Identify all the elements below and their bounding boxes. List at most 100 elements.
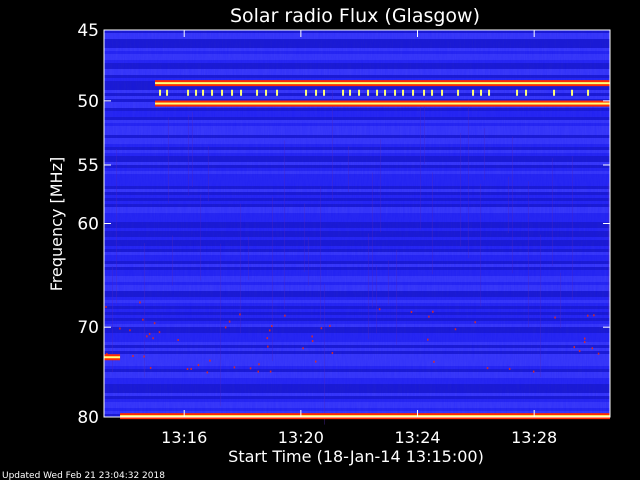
rfi-speck (257, 370, 260, 373)
interference-burst (211, 89, 214, 96)
rfi-speck (591, 347, 594, 350)
rfi-speck (239, 313, 241, 316)
interference-band-core (104, 356, 121, 359)
plot-area (104, 30, 610, 425)
interference-burst (256, 89, 259, 96)
interference-burst (376, 89, 379, 96)
interference-burst (265, 89, 268, 96)
rfi-speck (224, 326, 227, 329)
interference-band-core (155, 82, 610, 85)
interference-burst (187, 89, 190, 96)
interference-burst (384, 89, 387, 96)
rfi-speck (532, 370, 535, 373)
spectrogram-chart: 45 50 55 60 70 80 13:16 13:20 13:24 13:28 Solar r… (2, 5, 611, 480)
rfi-speck (142, 318, 144, 321)
interference-burst (195, 89, 198, 96)
rfi-speck (148, 332, 151, 335)
rfi-speck (266, 337, 268, 340)
interference-burst (441, 89, 444, 96)
rfi-speck (311, 335, 313, 338)
interference-burst (367, 89, 370, 96)
rfi-speck (143, 355, 145, 358)
interference-burst (587, 89, 590, 96)
rfi-speck (486, 367, 489, 370)
rfi-speck (129, 329, 131, 332)
rfi-speck (132, 355, 134, 358)
rfi-speck (269, 370, 272, 373)
interference-burst (472, 89, 475, 96)
interference-burst (221, 89, 224, 96)
interference-burst (315, 89, 318, 96)
rfi-speck (106, 352, 108, 355)
rfi-speck (267, 345, 269, 348)
rfi-speck (378, 308, 381, 311)
interference-burst (431, 89, 434, 96)
rfi-speck (554, 316, 556, 319)
rfi-speck (177, 339, 179, 342)
interference-burst (305, 89, 308, 96)
rfi-speck (271, 325, 273, 328)
rfi-speck (428, 315, 430, 318)
interference-burst (166, 89, 169, 96)
rfi-speck (573, 346, 576, 349)
noise-overlay (104, 30, 610, 417)
interference-burst (402, 89, 405, 96)
interference-burst (516, 89, 519, 96)
y-tick-label: 80 (77, 408, 99, 428)
rfi-speck (593, 314, 595, 317)
rfi-speck (454, 328, 457, 331)
footer-updated-text: Updated Wed Feb 21 23:04:32 2018 (2, 471, 165, 480)
rfi-speck (432, 310, 434, 313)
rfi-speck (427, 338, 429, 341)
interference-burst (323, 89, 326, 96)
interference-burst (457, 89, 460, 96)
rfi-speck (105, 305, 107, 308)
rfi-speck (311, 340, 314, 343)
y-tick-label: 55 (77, 156, 99, 176)
interference-burst (394, 89, 397, 96)
rfi-speck (158, 331, 161, 334)
rfi-speck (209, 359, 211, 362)
rfi-speck (578, 350, 581, 353)
rfi-speck (314, 360, 317, 363)
rfi-speck (284, 314, 286, 317)
rfi-speck (186, 367, 189, 370)
interference-band-core (155, 102, 610, 105)
rfi-speck (586, 314, 589, 317)
rfi-speck (320, 327, 323, 330)
rfi-speck (583, 341, 586, 344)
interference-burst (423, 89, 426, 96)
interference-burst (231, 89, 234, 96)
rfi-speck (228, 320, 231, 323)
rfi-speck (119, 327, 121, 330)
interference-burst (412, 89, 415, 96)
rfi-speck (508, 367, 511, 370)
rfi-speck (433, 360, 435, 363)
rfi-speck (197, 364, 200, 367)
chart-title: Solar radio Flux (Glasgow) (230, 5, 480, 27)
rfi-speck (258, 363, 260, 366)
x-tick-label: 13:16 (161, 428, 207, 447)
rfi-speck (149, 366, 152, 369)
interference-burst (480, 89, 483, 96)
rfi-speck (331, 352, 334, 355)
rfi-speck (597, 352, 600, 355)
y-tick-label: 60 (77, 215, 99, 235)
x-tick-label: 13:24 (394, 428, 440, 447)
interference-burst (358, 89, 361, 96)
interference-burst (202, 89, 205, 96)
rfi-speck (249, 367, 252, 370)
rfi-speck (583, 337, 586, 340)
interference-burst (525, 89, 528, 96)
y-tick-label: 45 (77, 21, 99, 41)
interference-burst (240, 89, 243, 96)
rfi-speck (139, 301, 141, 304)
rfi-speck (233, 366, 236, 369)
x-tick-label: 13:20 (278, 428, 324, 447)
rfi-speck (152, 337, 154, 340)
y-tick-label: 50 (77, 92, 99, 112)
rfi-speck (329, 324, 331, 327)
x-axis-label: Start Time (18-Jan-14 13:15:00) (228, 447, 484, 466)
interference-burst (571, 89, 574, 96)
interference-burst (276, 89, 279, 96)
